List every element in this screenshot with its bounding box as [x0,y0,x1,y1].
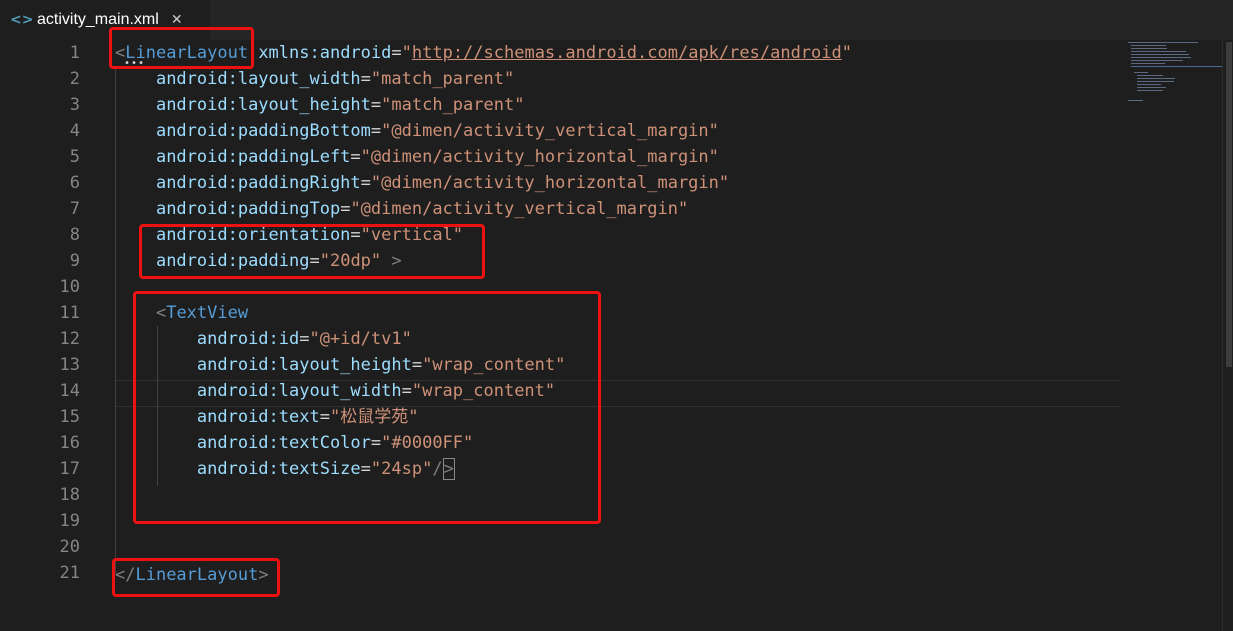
code-line-2[interactable]: android:layout_width="match_parent" [115,66,514,92]
schema-url-link[interactable]: http://schemas.android.com/apk/res/andro… [412,43,842,63]
code-line-4[interactable]: android:paddingBottom="@dimen/activity_v… [115,118,719,144]
minimap[interactable] [1125,40,1226,631]
code-brackets-icon: <> [10,12,34,28]
line-number: 7 [69,199,80,219]
code-line-7[interactable]: android:paddingTop="@dimen/activity_vert… [115,196,688,222]
line-number: 6 [69,173,80,193]
highlight-box-textview [133,291,601,524]
code-line-3[interactable]: android:layout_height="match_parent" [115,92,524,118]
line-number: 11 [59,303,80,323]
line-number: 17 [59,459,80,479]
highlight-box-linearlayout-close [112,558,280,597]
line-number: 18 [59,485,80,505]
line-number: 12 [59,329,80,349]
line-number: 8 [69,225,80,245]
line-number: 1 [69,43,80,63]
line-number: 10 [59,277,80,297]
code-line-6[interactable]: android:paddingRight="@dimen/activity_ho… [115,170,729,196]
line-number: 20 [59,537,80,557]
line-number: 14 [59,381,80,401]
highlight-box-linearlayout-open [109,27,254,69]
code-line-5[interactable]: android:paddingLeft="@dimen/activity_hor… [115,144,719,170]
line-number: 4 [69,121,80,141]
line-number: 9 [69,251,80,271]
scrollbar-thumb[interactable] [1226,42,1232,367]
line-number: 13 [59,355,80,375]
line-number: 19 [59,511,80,531]
line-number: 21 [59,563,80,583]
highlight-box-orientation-padding [139,224,485,279]
line-number: 15 [59,407,80,427]
close-icon[interactable]: ✕ [171,12,183,28]
line-number: 2 [69,69,80,89]
line-number: 3 [69,95,80,115]
line-number: 5 [69,147,80,167]
line-number: 16 [59,433,80,453]
